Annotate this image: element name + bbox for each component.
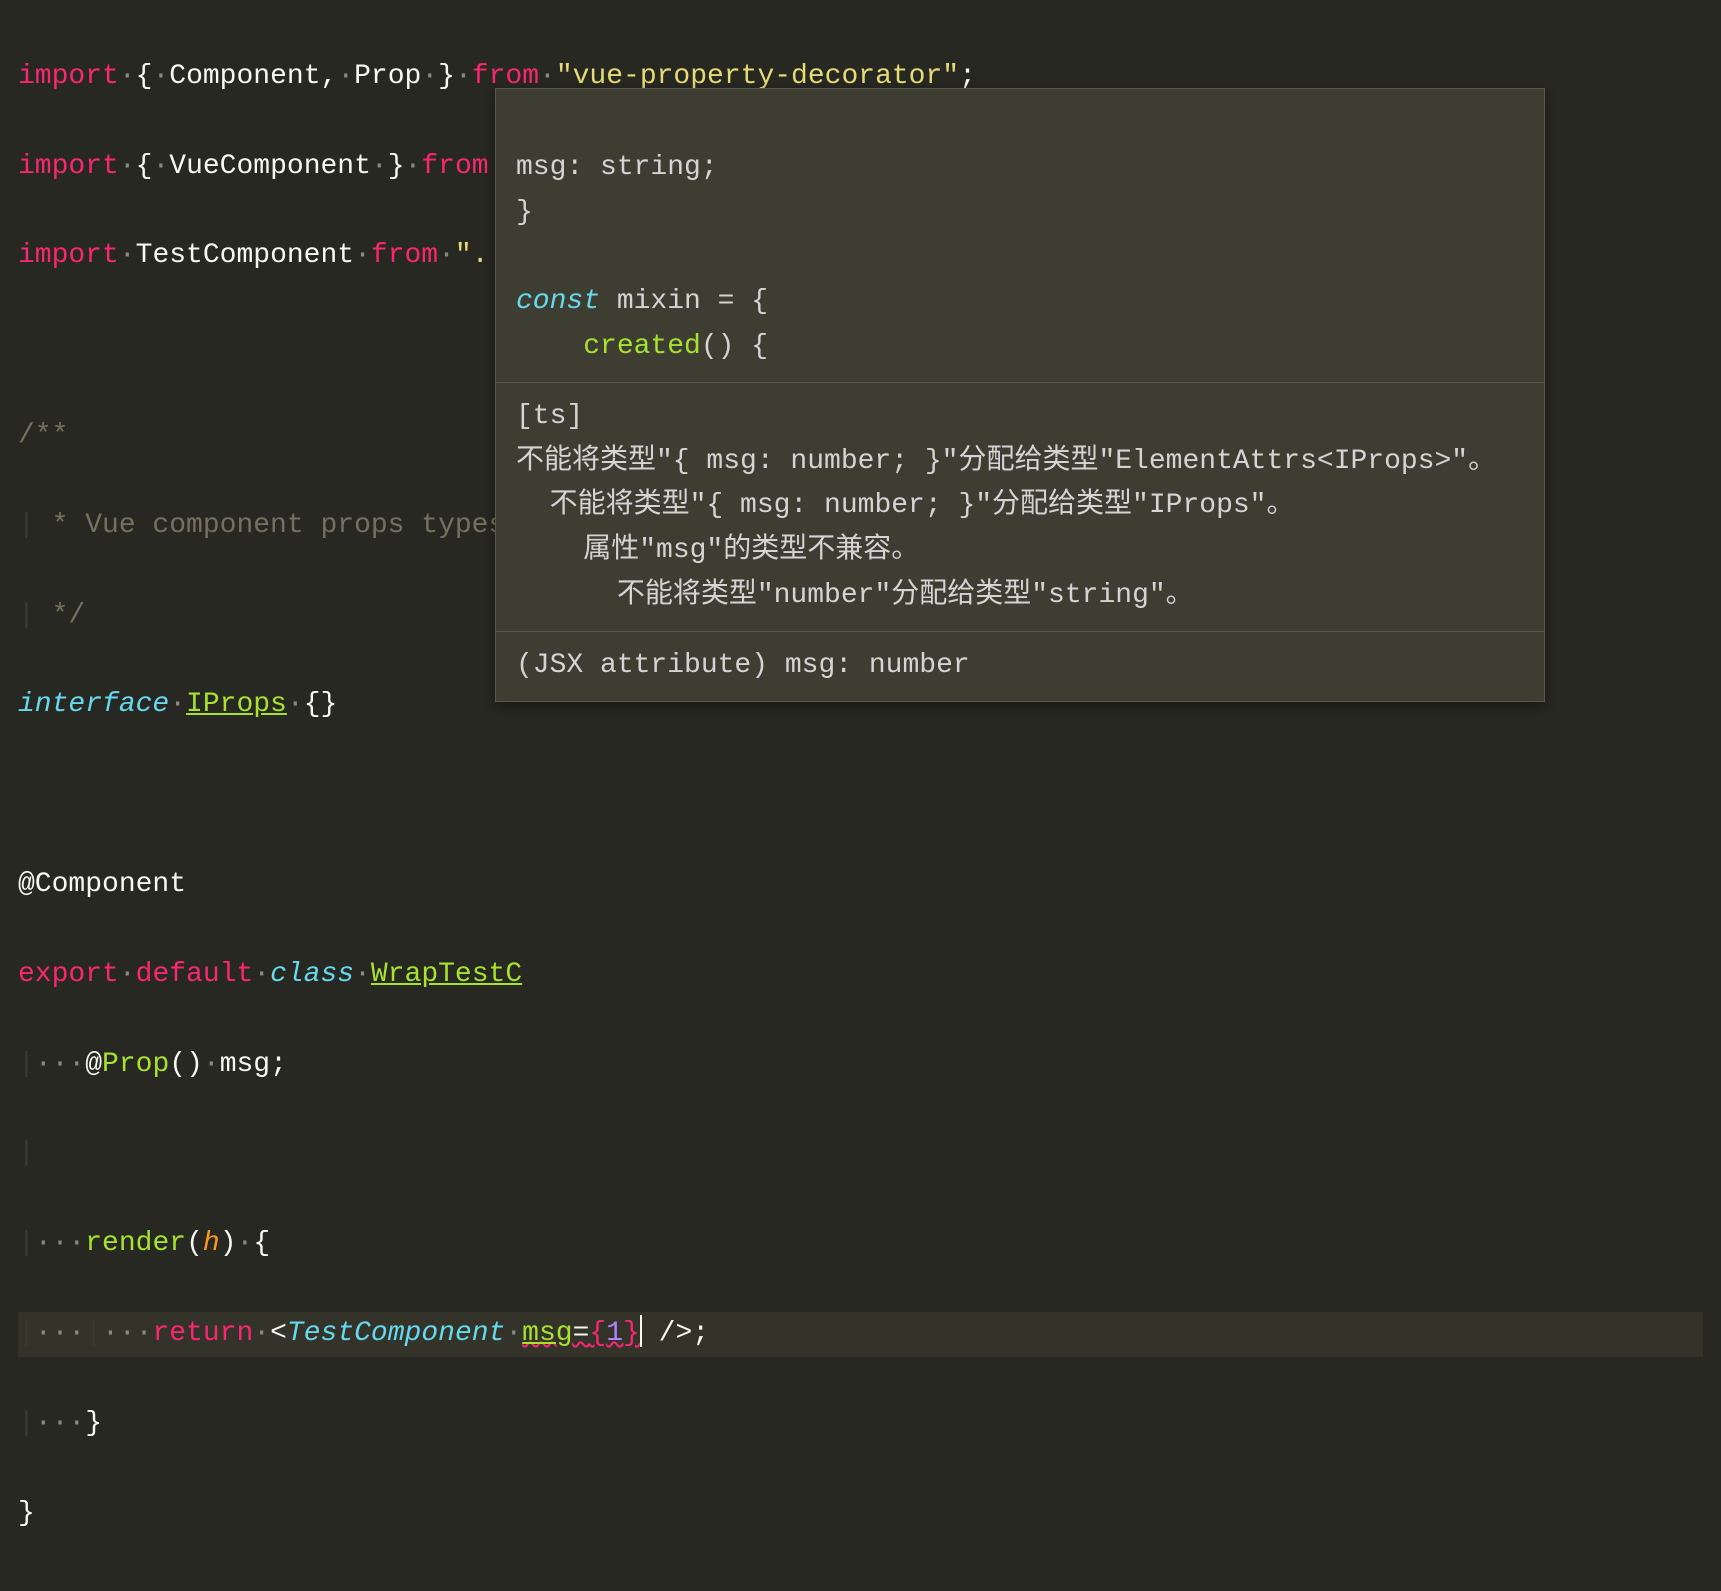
code-line[interactable]: }	[18, 1492, 1703, 1537]
code-line[interactable]: |···}	[18, 1402, 1703, 1447]
keyword-import: import	[18, 61, 119, 92]
code-line[interactable]: |···@Prop()·msg;	[18, 1043, 1703, 1088]
code-line[interactable]: export·default·class·WrapTestC	[18, 953, 1703, 998]
code-line[interactable]: |···render(h)·{	[18, 1222, 1703, 1267]
error-token[interactable]: msg	[522, 1318, 572, 1349]
hover-tooltip: msg: string; } const mixin = { created()…	[495, 88, 1545, 702]
code-line[interactable]	[18, 773, 1703, 818]
code-line[interactable]: |	[18, 1132, 1703, 1177]
hover-error-message: [ts] 不能将类型"{ msg: number; }"分配给类型"Elemen…	[496, 383, 1544, 632]
code-line[interactable]: @Component	[18, 863, 1703, 908]
keyword-interface: interface	[18, 689, 169, 720]
code-line-active[interactable]: |···|···return·<TestComponent·msg={1} />…	[18, 1312, 1703, 1357]
decorator: @Component	[18, 869, 186, 900]
hover-code-preview: msg: string; } const mixin = { created()…	[496, 89, 1544, 383]
hover-type-info: (JSX attribute) msg: number	[496, 632, 1544, 701]
